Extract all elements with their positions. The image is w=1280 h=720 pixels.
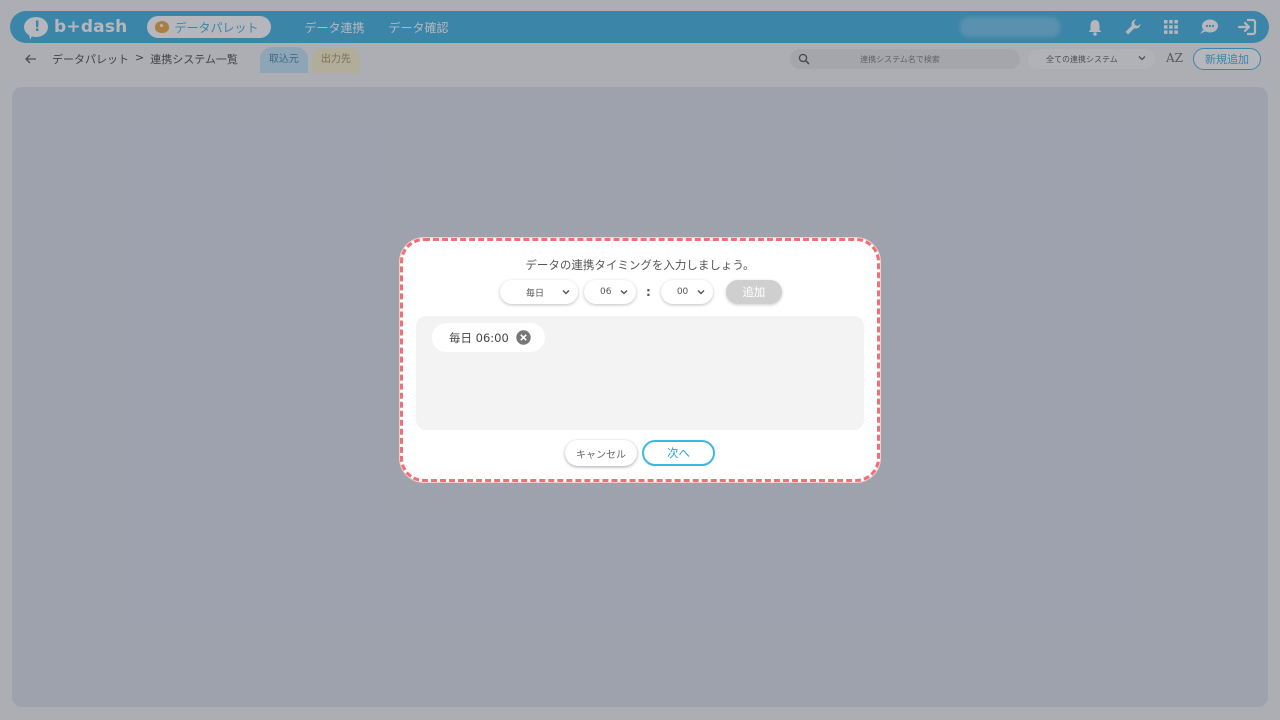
chevron-down-icon: [562, 290, 570, 295]
minute-select[interactable]: 00: [660, 280, 713, 304]
hour-value: 06: [600, 287, 612, 297]
minute-value: 00: [676, 287, 689, 297]
remove-circle-icon[interactable]: [516, 330, 531, 345]
sync-timing-dialog: データの連携タイミングを入力しましょう。 毎日 06 : 00 追加 毎日 06…: [400, 238, 880, 482]
dialog-title: データの連携タイミングを入力しましょう。: [525, 258, 755, 272]
next-button[interactable]: 次へ: [642, 440, 715, 466]
dialog-actions: キャンセル 次へ: [403, 440, 877, 466]
chevron-down-icon: [697, 290, 705, 295]
cancel-button[interactable]: キャンセル: [565, 440, 637, 466]
chevron-down-icon: [620, 290, 628, 295]
time-separator: :: [646, 285, 651, 299]
timing-input-row: 毎日 06 : 00 追加: [500, 280, 782, 304]
add-timing-button[interactable]: 追加: [725, 280, 782, 304]
frequency-value: 毎日: [526, 288, 545, 299]
frequency-select[interactable]: 毎日: [500, 280, 578, 304]
schedule-chip-label: 毎日 06:00: [449, 330, 509, 345]
schedule-chip: 毎日 06:00: [432, 323, 545, 352]
hour-select[interactable]: 06: [584, 280, 636, 304]
schedule-list: 毎日 06:00: [416, 316, 864, 430]
